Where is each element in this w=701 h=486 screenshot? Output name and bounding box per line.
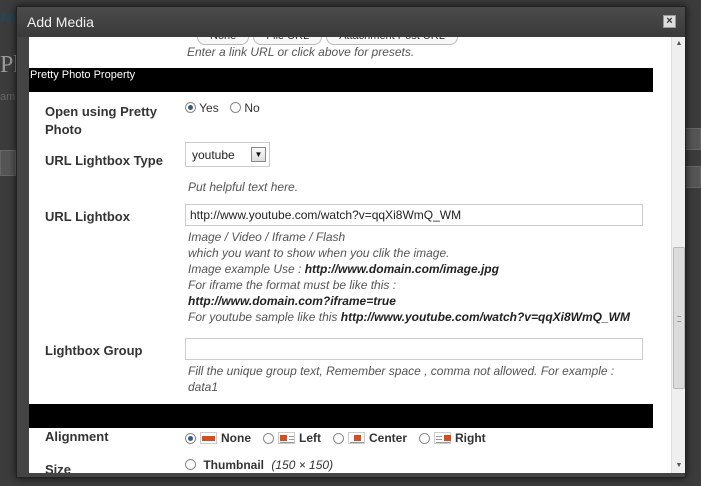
help-line: http://www.domain.com?iframe=true: [188, 293, 658, 309]
size-thumbnail-dims: (150 × 150): [271, 458, 334, 472]
scrollbar-thumb[interactable]: [673, 247, 685, 389]
align-none-option[interactable]: None: [185, 431, 251, 445]
link-url-help: Enter a link URL or click above for pres…: [187, 45, 415, 59]
lightbox-group-input[interactable]: [185, 338, 643, 360]
align-left-label: Left: [299, 431, 321, 445]
alignment-options: None Left Center Right: [185, 431, 498, 445]
align-none-icon: [200, 432, 217, 444]
section-header: Pretty Photo Property: [29, 68, 653, 92]
align-right-icon: [434, 432, 452, 444]
scroll-up-icon[interactable]: ▲: [674, 39, 684, 49]
dialog-content: None File URL Attachment Post URL Enter …: [29, 37, 671, 473]
scroll-down-icon[interactable]: ▼: [674, 461, 684, 471]
open-pretty-photo-options: Yes No: [185, 101, 260, 115]
align-right-option[interactable]: Right: [419, 431, 486, 445]
size-thumbnail-radio[interactable]: [185, 459, 196, 470]
align-center-label: Center: [369, 431, 408, 445]
alignment-label: Alignment: [45, 429, 109, 444]
background-widget: [0, 150, 16, 176]
lightbox-type-label: URL Lightbox Type: [45, 153, 163, 168]
help-line: which you want to show when you clik the…: [188, 246, 450, 260]
help-text: Image example Use :: [188, 262, 305, 276]
open-yes-radio[interactable]: [185, 102, 196, 113]
content-scrollbar[interactable]: ▲ ▼: [671, 37, 685, 473]
size-label: Size: [45, 462, 72, 473]
align-center-radio[interactable]: [333, 432, 344, 444]
align-right-radio[interactable]: [419, 432, 431, 444]
open-yes-label: Yes: [199, 101, 219, 115]
help-line: Fill the unique group text, Remember spa…: [188, 364, 615, 378]
help-youtube-url: http://www.youtube.com/watch?v=qqXi8WmQ_…: [340, 310, 630, 324]
dialog-title: Add Media: [27, 14, 94, 30]
lightbox-group-label: Lightbox Group: [45, 343, 143, 358]
align-left-icon: [278, 432, 295, 444]
lightbox-type-value: youtube: [192, 147, 235, 162]
open-pretty-photo-label: Open using Pretty Photo: [45, 104, 157, 137]
section-divider: [29, 404, 653, 428]
help-line: Image / Video / Iframe / Flash: [188, 230, 346, 244]
help-line: For iframe the format must be like this …: [188, 278, 397, 292]
help-line: Image example Use : http://www.domain.co…: [188, 261, 658, 277]
background-widget: [684, 166, 701, 188]
help-line: data1: [188, 380, 219, 394]
align-center-option[interactable]: Center: [333, 431, 407, 445]
align-left-option[interactable]: Left: [263, 431, 321, 445]
lightbox-type-select[interactable]: youtube ▼: [185, 142, 270, 167]
help-text: For youtube sample like this: [188, 310, 341, 324]
background-label: am: [0, 91, 16, 103]
open-no-label: No: [244, 101, 260, 115]
section-title: Pretty Photo Property: [30, 69, 136, 81]
help-example-url: http://www.domain.com/image.jpg: [304, 262, 499, 276]
lightbox-group-help: Fill the unique group text, Remember spa…: [188, 363, 648, 395]
align-none-label: None: [221, 431, 251, 445]
align-right-label: Right: [455, 431, 486, 445]
align-center-icon: [348, 432, 365, 444]
lightbox-type-help: Put helpful text here.: [188, 180, 299, 194]
open-no-radio[interactable]: [230, 102, 242, 113]
align-left-radio[interactable]: [263, 432, 274, 444]
url-lightbox-label: URL Lightbox: [45, 209, 130, 224]
grip-icon: [677, 316, 681, 322]
help-line: For youtube sample like this http://www.…: [188, 309, 658, 325]
size-thumbnail-label: Thumbnail: [203, 458, 265, 472]
chevron-down-icon[interactable]: ▼: [251, 147, 266, 162]
size-options: Thumbnail (150 × 150): [185, 458, 333, 472]
add-media-dialog: Add Media × None File URL Attachment Pos…: [16, 6, 686, 478]
url-lightbox-help: Image / Video / Iframe / Flash which you…: [188, 229, 658, 325]
url-lightbox-input[interactable]: http://www.youtube.com/watch?v=qqXi8WmQ_…: [185, 204, 643, 226]
align-none-radio[interactable]: [185, 432, 196, 444]
background-widget: [684, 128, 701, 150]
close-icon[interactable]: ×: [663, 15, 676, 28]
help-iframe-url: http://www.domain.com?iframe=true: [188, 294, 396, 308]
dialog-titlebar: Add Media ×: [17, 7, 685, 37]
